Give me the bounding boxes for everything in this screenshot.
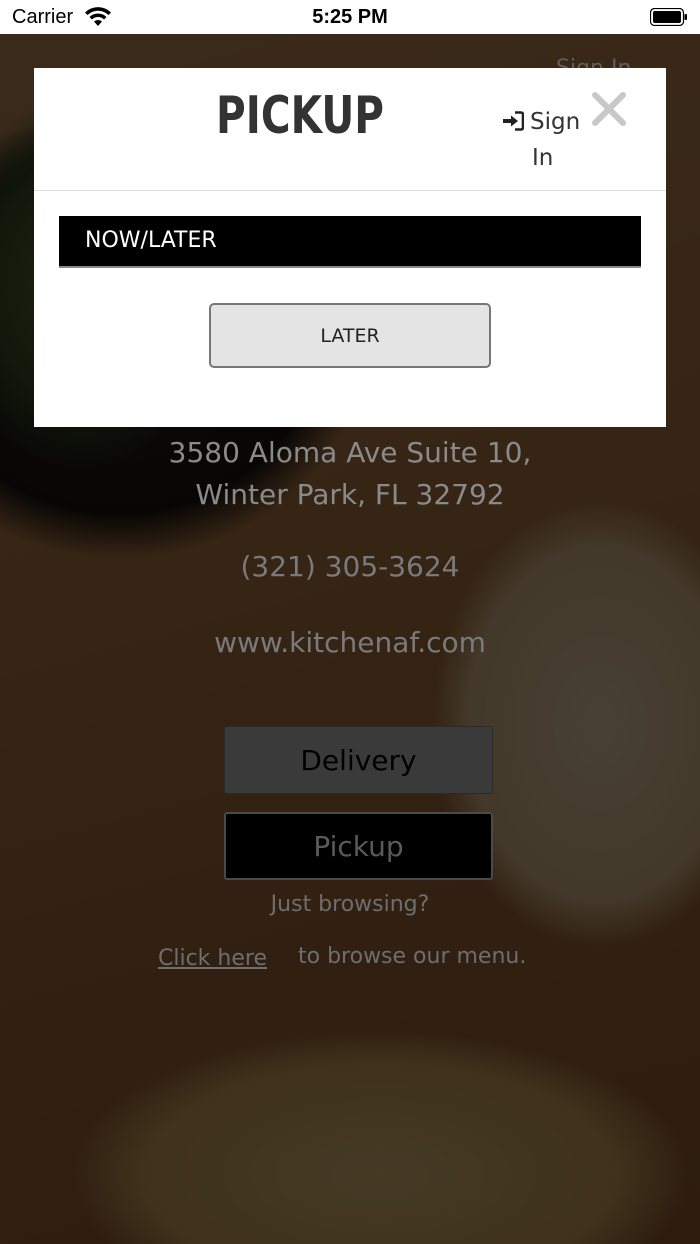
clock: 5:25 PM bbox=[312, 6, 388, 28]
status-bar: Carrier 5:25 PM bbox=[0, 0, 700, 34]
pickup-button: Pickup bbox=[224, 812, 493, 880]
sign-in-icon bbox=[503, 111, 524, 131]
pickup-modal: PICKUP Sign In NOW/LATER LATER bbox=[34, 68, 666, 427]
sign-in-link[interactable]: Sign In bbox=[502, 104, 592, 176]
modal-title: PICKUP bbox=[216, 86, 384, 146]
browse-menu-text: to browse our menu. bbox=[298, 944, 527, 969]
close-icon[interactable] bbox=[590, 90, 628, 128]
sign-in-label: Sign bbox=[530, 109, 581, 135]
now-later-label: NOW/LATER bbox=[85, 228, 217, 253]
phone-number: (321) 305-3624 bbox=[240, 550, 460, 583]
click-here-link: Click here bbox=[158, 946, 267, 971]
modal-header: PICKUP Sign In bbox=[34, 68, 666, 191]
website-link: www.kitchenaf.com bbox=[214, 626, 486, 659]
sign-in-label-2: In bbox=[532, 145, 554, 171]
address: 3580 Aloma Ave Suite 10, Winter Park, FL… bbox=[0, 432, 700, 516]
address-line-1: 3580 Aloma Ave Suite 10, bbox=[168, 436, 532, 469]
now-later-header: NOW/LATER bbox=[59, 216, 641, 268]
address-line-2: Winter Park, FL 32792 bbox=[195, 478, 505, 511]
delivery-button: Delivery bbox=[224, 726, 493, 794]
later-button[interactable]: LATER bbox=[209, 303, 491, 368]
just-browsing-text: Just browsing? bbox=[270, 892, 430, 917]
battery-icon bbox=[650, 8, 687, 26]
